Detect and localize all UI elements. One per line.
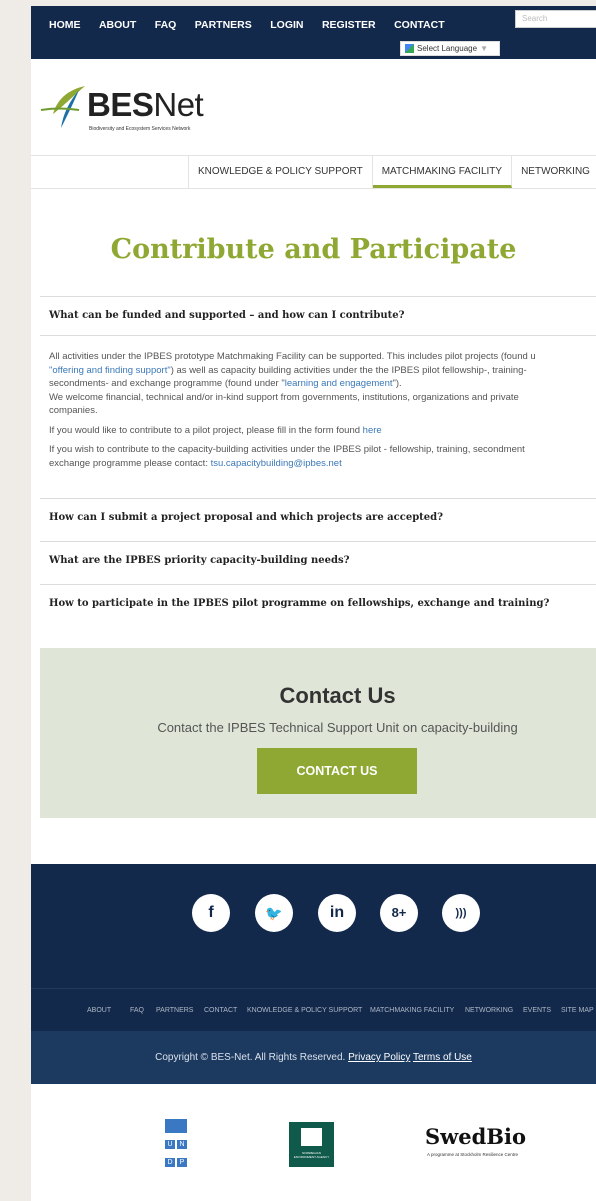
faq-item-2[interactable]: How can I submit a project proposal and … (40, 498, 596, 541)
footer: f 🐦 in 8+ ))) (31, 864, 596, 988)
email-link[interactable]: tsu.capacitybuilding@ipbes.net (211, 458, 342, 469)
tab-knowledge-policy[interactable]: KNOWLEDGE & POLICY SUPPORT (189, 156, 373, 188)
copyright-bar: Copyright © BES-Net. All Rights Reserved… (31, 1031, 596, 1084)
swedbio-logo[interactable]: SwedBio (425, 1124, 526, 1149)
page: HOME ABOUT FAQ PARTNERS LOGIN REGISTER C… (31, 6, 596, 1201)
swedbio-tagline: A programme at Stockholm Resilience Cent… (427, 1152, 519, 1157)
logo-wordmark: BESNet (87, 86, 204, 123)
un-globe-icon (165, 1119, 187, 1133)
footer-link-about[interactable]: ABOUT (87, 989, 111, 1031)
footer-link-matchmaking[interactable]: MATCHMAKING FACILITY (370, 989, 454, 1031)
link-here[interactable]: here (363, 425, 382, 436)
nav-home[interactable]: HOME (49, 19, 81, 31)
footer-link-faq[interactable]: FAQ (130, 989, 144, 1031)
footer-link-events[interactable]: EVENTS (523, 989, 551, 1031)
nav-contact[interactable]: CONTACT (394, 19, 445, 31)
main-nav: KNOWLEDGE & POLICY SUPPORT MATCHMAKING FA… (188, 156, 596, 188)
faq-item-4[interactable]: How to participate in the IPBES pilot pr… (40, 584, 596, 628)
language-label: Select Language (417, 44, 478, 53)
faq-item-3[interactable]: What are the IPBES priority capacity-bui… (40, 541, 596, 584)
undp-logo[interactable]: UN DP (165, 1119, 187, 1167)
link-learning-engagement[interactable]: learning and engagement (285, 378, 393, 389)
twitter-icon[interactable]: 🐦 (255, 894, 293, 932)
nav-about[interactable]: ABOUT (99, 19, 136, 31)
footer-links: ABOUT FAQ PARTNERS CONTACT KNOWLEDGE & P… (31, 988, 596, 1031)
footer-link-contact[interactable]: CONTACT (204, 989, 237, 1031)
faq-question: What are the IPBES priority capacity-bui… (49, 555, 350, 566)
contact-us-button[interactable]: CONTACT US (257, 748, 417, 794)
top-nav-links: HOME ABOUT FAQ PARTNERS LOGIN REGISTER C… (49, 15, 459, 33)
faq-answer-1: All activities under the IPBES prototype… (49, 350, 594, 476)
nav-register[interactable]: REGISTER (322, 19, 376, 31)
nav-partners[interactable]: PARTNERS (195, 19, 252, 31)
footer-link-networking[interactable]: NETWORKING (465, 989, 513, 1031)
faq-item-1[interactable]: What can be funded and supported – and h… (40, 296, 596, 336)
footer-link-sitemap[interactable]: SITE MAP (561, 989, 594, 1031)
contact-heading: Contact Us (279, 683, 396, 708)
answer-paragraph: If you wish to contribute to the capacit… (49, 444, 525, 469)
chevron-down-icon: ▼ (480, 44, 488, 53)
terms-of-use-link[interactable]: Terms of Use (413, 1052, 472, 1063)
logo-tagline: Biodiversity and Ecosystem Services Netw… (89, 126, 191, 132)
search-input[interactable]: Search (515, 10, 596, 28)
linkedin-icon[interactable]: in (318, 894, 356, 932)
faq-question: How can I submit a project proposal and … (49, 512, 444, 523)
rss-icon[interactable]: ))) (442, 894, 480, 932)
faq-question: How to participate in the IPBES pilot pr… (49, 598, 550, 609)
footer-link-knowledge[interactable]: KNOWLEDGE & POLICY SUPPORT (247, 989, 362, 1031)
nav-faq[interactable]: FAQ (155, 19, 177, 31)
footer-link-partners[interactable]: PARTNERS (156, 989, 193, 1031)
divider (31, 188, 596, 189)
language-select[interactable]: Select Language ▼ (400, 41, 500, 56)
facebook-icon[interactable]: f (192, 894, 230, 932)
contact-section: Contact Us Contact the IPBES Technical S… (40, 648, 596, 818)
contact-subtext: Contact the IPBES Technical Support Unit… (157, 720, 518, 735)
page-title: Contribute and Participate (110, 234, 517, 265)
tab-matchmaking[interactable]: MATCHMAKING FACILITY (372, 156, 513, 188)
privacy-policy-link[interactable]: Privacy Policy (348, 1052, 410, 1063)
besnet-logo[interactable]: BESNet Biodiversity and Ecosystem Servic… (39, 82, 239, 142)
google-icon (405, 44, 414, 54)
nav-login[interactable]: LOGIN (270, 19, 303, 31)
top-navbar: HOME ABOUT FAQ PARTNERS LOGIN REGISTER C… (31, 6, 596, 59)
answer-paragraph: If you would like to contribute to a pil… (49, 424, 382, 436)
tab-networking[interactable]: NETWORKING (512, 156, 596, 188)
googleplus-icon[interactable]: 8+ (380, 894, 418, 932)
copyright-text: Copyright © BES-Net. All Rights Reserved… (155, 1052, 349, 1063)
leaf-icon (40, 86, 85, 128)
agency-mark-icon (301, 1128, 322, 1146)
answer-paragraph: All activities under the IPBES prototype… (49, 351, 536, 416)
norwegian-environment-agency-logo[interactable]: NORWEGIAN ENVIRONMENT AGENCY (289, 1122, 334, 1167)
faq-question: What can be funded and supported – and h… (49, 310, 405, 321)
link-offering-support[interactable]: "offering and finding support" (49, 365, 171, 376)
